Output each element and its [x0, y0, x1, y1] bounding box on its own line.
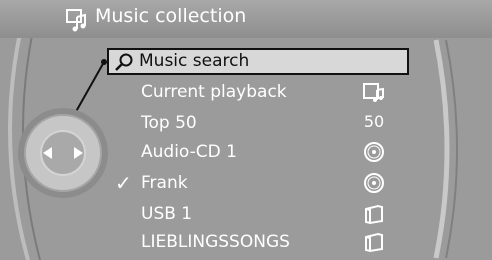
checkmark-icon: ✓ — [115, 171, 132, 195]
top-50-count: 50 — [363, 112, 385, 131]
menu-item-label: Frank — [141, 173, 188, 193]
menu-item-frank[interactable]: ✓ Frank — [107, 170, 409, 197]
cd-icon — [362, 172, 386, 194]
menu-item-label: Top 50 — [141, 113, 197, 133]
menu-item-label: USB 1 — [141, 204, 193, 224]
menu-item-audio-cd-1[interactable]: Audio-CD 1 — [107, 139, 409, 166]
folder-icon — [362, 203, 386, 225]
folder-icon — [362, 231, 386, 253]
menu-item-music-search[interactable]: Music search — [107, 48, 409, 75]
menu-item-label: Music search — [139, 51, 250, 71]
now-playing-icon — [362, 81, 386, 103]
menu-item-top-50[interactable]: Top 50 50 — [107, 110, 409, 137]
menu-item-label: Current playback — [141, 82, 287, 102]
menu-item-label: Audio-CD 1 — [141, 142, 237, 162]
search-icon — [115, 53, 133, 71]
menu-item-label: LIEBLINGSSONGS — [141, 232, 290, 252]
cd-icon — [362, 141, 386, 163]
idrive-screen: Music collection Music search Current pl… — [0, 0, 492, 260]
menu-item-lieblingssongs[interactable]: LIEBLINGSSONGS — [107, 229, 409, 256]
menu-item-current-playback[interactable]: Current playback — [107, 79, 409, 106]
menu-item-usb-1[interactable]: USB 1 — [107, 201, 409, 228]
